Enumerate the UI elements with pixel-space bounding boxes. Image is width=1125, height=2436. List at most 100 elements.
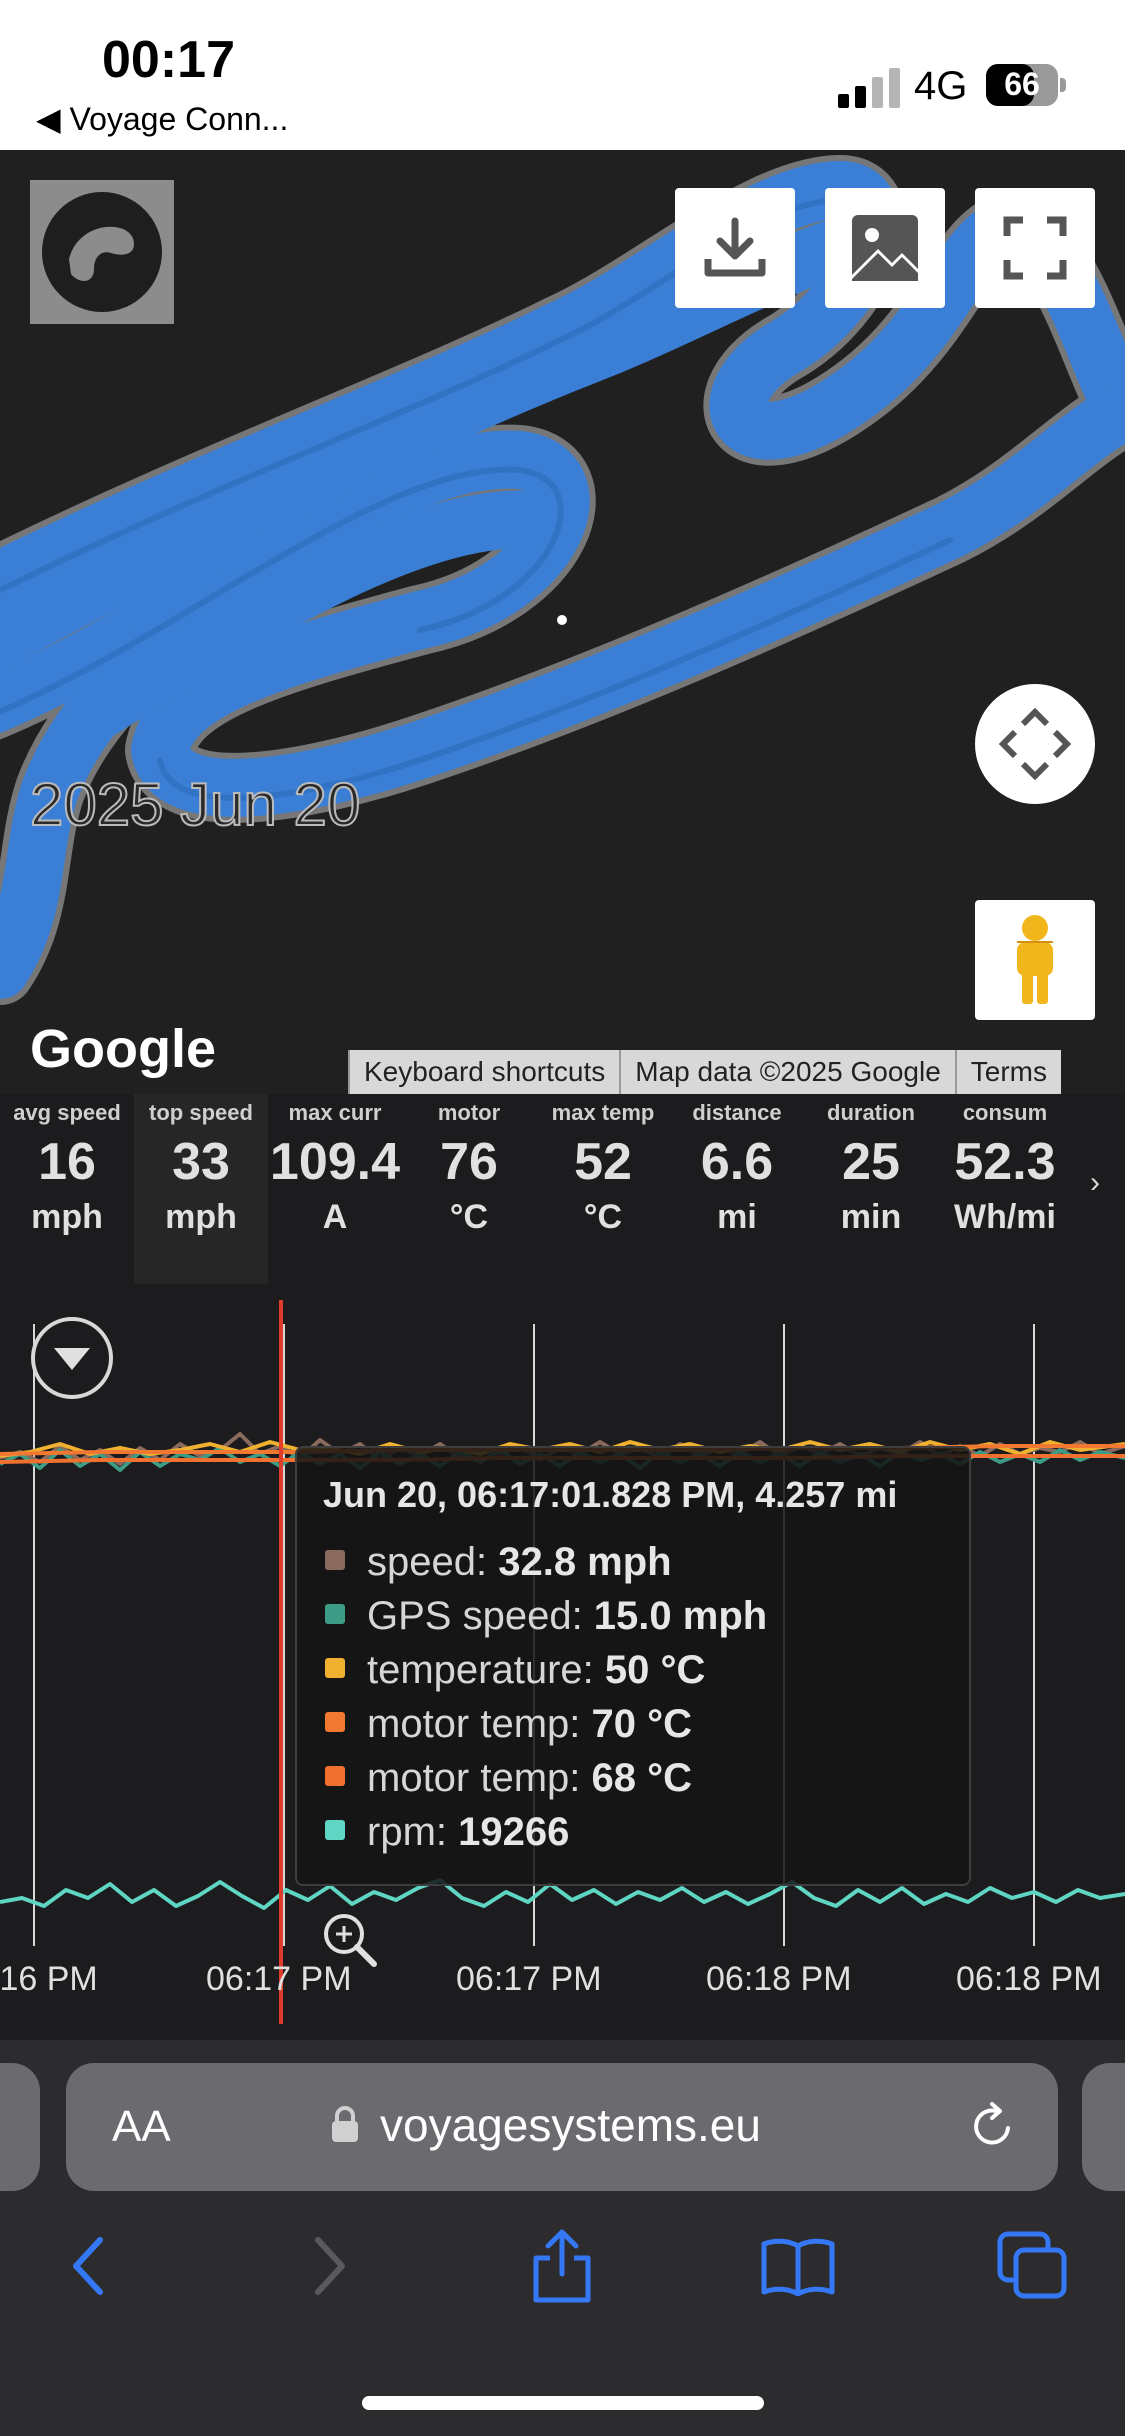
map-view[interactable]: 2025 Jun 20 Google Keyboard shortcuts Ma… xyxy=(0,150,1125,1094)
tabs-icon[interactable] xyxy=(996,2230,1070,2300)
map-image-button[interactable] xyxy=(825,188,945,308)
map-data-credit: Map data ©2025 Google xyxy=(619,1050,955,1094)
chart-tooltip: Jun 20, 06:17:01.828 PM, 4.257 mi speed:… xyxy=(295,1446,971,1886)
tooltip-series-value: 70 °C xyxy=(591,1702,693,1746)
status-time: 00:17 xyxy=(102,31,235,89)
stat-value: 16 xyxy=(38,1133,96,1191)
stat-max-current[interactable]: max curr 109.4 A xyxy=(268,1094,402,1284)
stat-value: 76 xyxy=(440,1133,498,1191)
terms-link[interactable]: Terms xyxy=(954,1050,1061,1094)
stat-label: top speed xyxy=(149,1100,253,1125)
tooltip-series-value: 68 °C xyxy=(591,1756,693,1800)
zoom-in-icon xyxy=(324,1914,377,1967)
x-tick-label: 06:18 PM xyxy=(706,1960,852,1998)
cellular-signal-icon xyxy=(838,68,900,108)
tooltip-series-value: 19266 xyxy=(458,1810,570,1854)
voyage-logo-icon xyxy=(42,192,162,312)
x-tick-label: 06:17 PM xyxy=(456,1960,602,1998)
chevron-down-icon xyxy=(54,1348,90,1370)
stat-max-temp[interactable]: max temp 52 °C xyxy=(536,1094,670,1284)
stat-unit: °C xyxy=(583,1198,623,1236)
battery-level: 66 xyxy=(1004,66,1040,102)
stat-value: 6.6 xyxy=(700,1133,774,1191)
tooltip-series-value: 32.8 mph xyxy=(498,1540,672,1584)
tooltip-row-rpm: rpm: 19266 xyxy=(325,1810,569,1864)
stat-motor[interactable]: motor 76 °C xyxy=(402,1094,536,1284)
bookmarks-icon[interactable] xyxy=(760,2236,836,2296)
next-tab-peek[interactable] xyxy=(1082,2063,1125,2191)
tooltip-series-name: motor temp: xyxy=(367,1702,592,1746)
stat-top-speed[interactable]: top speed 33 mph xyxy=(134,1094,268,1284)
tooltip-row-speed: speed: 32.8 mph xyxy=(325,1540,672,1594)
legend-swatch xyxy=(325,1820,345,1841)
map-attribution-bar: Keyboard shortcuts Map data ©2025 Google… xyxy=(348,1050,1061,1094)
fullscreen-icon xyxy=(1003,216,1067,280)
reload-icon[interactable] xyxy=(966,2100,1018,2152)
ride-stats-strip[interactable]: avg speed 16 mph top speed 33 mph max cu… xyxy=(0,1094,1125,1284)
tooltip-row-motor-temp-2: motor temp: 68 °C xyxy=(325,1756,692,1810)
stat-unit: mph xyxy=(31,1198,103,1236)
keyboard-shortcuts-link[interactable]: Keyboard shortcuts xyxy=(348,1050,620,1094)
stat-value: 33 xyxy=(172,1133,230,1191)
stat-label: max temp xyxy=(551,1100,655,1125)
tooltip-series-value: 15.0 mph xyxy=(593,1594,768,1638)
stat-value: 52 xyxy=(574,1133,632,1191)
stat-label: motor xyxy=(437,1100,501,1125)
tooltip-series-name: rpm: xyxy=(367,1810,459,1854)
back-arrow-icon[interactable] xyxy=(66,2234,110,2298)
tooltip-title: Jun 20, 06:17:01.828 PM, 4.257 mi xyxy=(323,1474,898,1515)
legend-swatch xyxy=(325,1550,345,1571)
home-indicator[interactable] xyxy=(362,2396,764,2410)
move-arrows-icon xyxy=(998,707,1072,781)
stat-value: 52.3 xyxy=(954,1133,1056,1191)
street-view-pegman-button[interactable] xyxy=(975,900,1095,1020)
stat-value: 25 xyxy=(842,1133,900,1191)
image-icon xyxy=(852,215,918,281)
scroll-right-chevron-icon[interactable]: › xyxy=(1090,1166,1100,1200)
previous-tab-peek[interactable] xyxy=(0,2063,40,2191)
x-tick-label: 06:18 PM xyxy=(956,1960,1102,1998)
page-settings-button[interactable]: AA xyxy=(112,2102,171,2152)
tooltip-series-value: 50 °C xyxy=(604,1648,706,1692)
stat-unit: mph xyxy=(165,1198,237,1236)
tooltip-series-name: speed: xyxy=(367,1540,499,1584)
stat-label: distance xyxy=(692,1100,782,1125)
google-logo: Google xyxy=(30,1019,216,1079)
stat-consumption[interactable]: consum 52.3 Wh/mi xyxy=(938,1094,1072,1284)
stat-unit: A xyxy=(322,1198,348,1236)
stat-label: consum xyxy=(962,1100,1048,1125)
app-logo xyxy=(30,180,174,324)
stat-duration[interactable]: duration 25 min xyxy=(804,1094,938,1284)
back-to-app-link[interactable]: ◀ Voyage Conn... xyxy=(36,100,288,138)
legend-swatch xyxy=(325,1712,345,1733)
tooltip-series-name: GPS speed: xyxy=(367,1594,594,1638)
tooltip-row-temperature: temperature: 50 °C xyxy=(325,1648,705,1702)
tooltip-row-motor-temp: motor temp: 70 °C xyxy=(325,1702,692,1756)
forward-arrow-icon[interactable] xyxy=(308,2234,352,2298)
stat-unit: Wh/mi xyxy=(954,1198,1056,1236)
tooltip-row-gps-speed: GPS speed: 15.0 mph xyxy=(325,1594,767,1648)
tooltip-series-name: motor temp: xyxy=(367,1756,592,1800)
legend-swatch xyxy=(325,1604,345,1625)
stat-avg-speed[interactable]: avg speed 16 mph xyxy=(0,1094,134,1284)
stat-unit: °C xyxy=(449,1198,489,1236)
stat-unit: min xyxy=(840,1198,902,1236)
url-text[interactable]: voyagesystems.eu xyxy=(380,2098,761,2152)
tooltip-series-name: temperature: xyxy=(367,1648,605,1692)
network-type: 4G xyxy=(914,64,968,108)
pegman-icon xyxy=(1017,915,1053,1004)
x-tick-label: :16 PM xyxy=(0,1960,98,1998)
download-button[interactable] xyxy=(675,188,795,308)
x-tick-label: 06:17 PM xyxy=(206,1960,352,1998)
pan-control-button[interactable] xyxy=(975,684,1095,804)
battery-icon: 66 xyxy=(986,64,1066,106)
map-date-overlay: 2025 Jun 20 xyxy=(29,770,361,839)
download-icon xyxy=(704,217,766,277)
share-icon[interactable] xyxy=(528,2228,596,2304)
stat-distance[interactable]: distance 6.6 mi xyxy=(670,1094,804,1284)
stat-label: duration xyxy=(827,1100,915,1125)
stat-label: max curr xyxy=(288,1100,382,1125)
stat-value: 109.4 xyxy=(269,1133,401,1191)
stat-label: avg speed xyxy=(13,1100,121,1125)
fullscreen-button[interactable] xyxy=(975,188,1095,308)
